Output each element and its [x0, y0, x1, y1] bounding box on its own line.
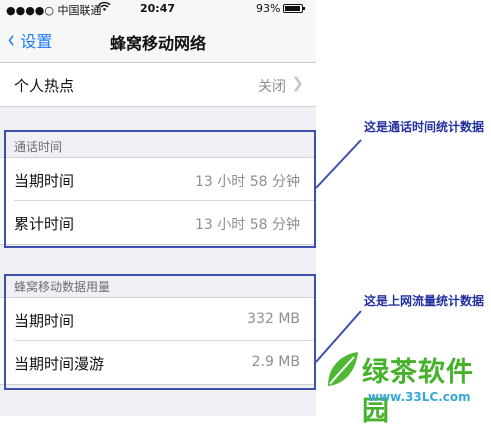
- watermark-title: 绿茶软件园: [362, 357, 474, 427]
- leaf-logo-icon: [328, 352, 358, 386]
- data-usage-annotation: 这是上网流量统计数据: [364, 294, 485, 308]
- watermark: 绿茶软件园 www.33LC.com: [322, 344, 491, 427]
- watermark-url: www.33LC.com: [368, 390, 471, 404]
- call-time-annotation: 这是通话时间统计数据: [364, 120, 485, 134]
- call-annotation-pointer: [315, 139, 362, 189]
